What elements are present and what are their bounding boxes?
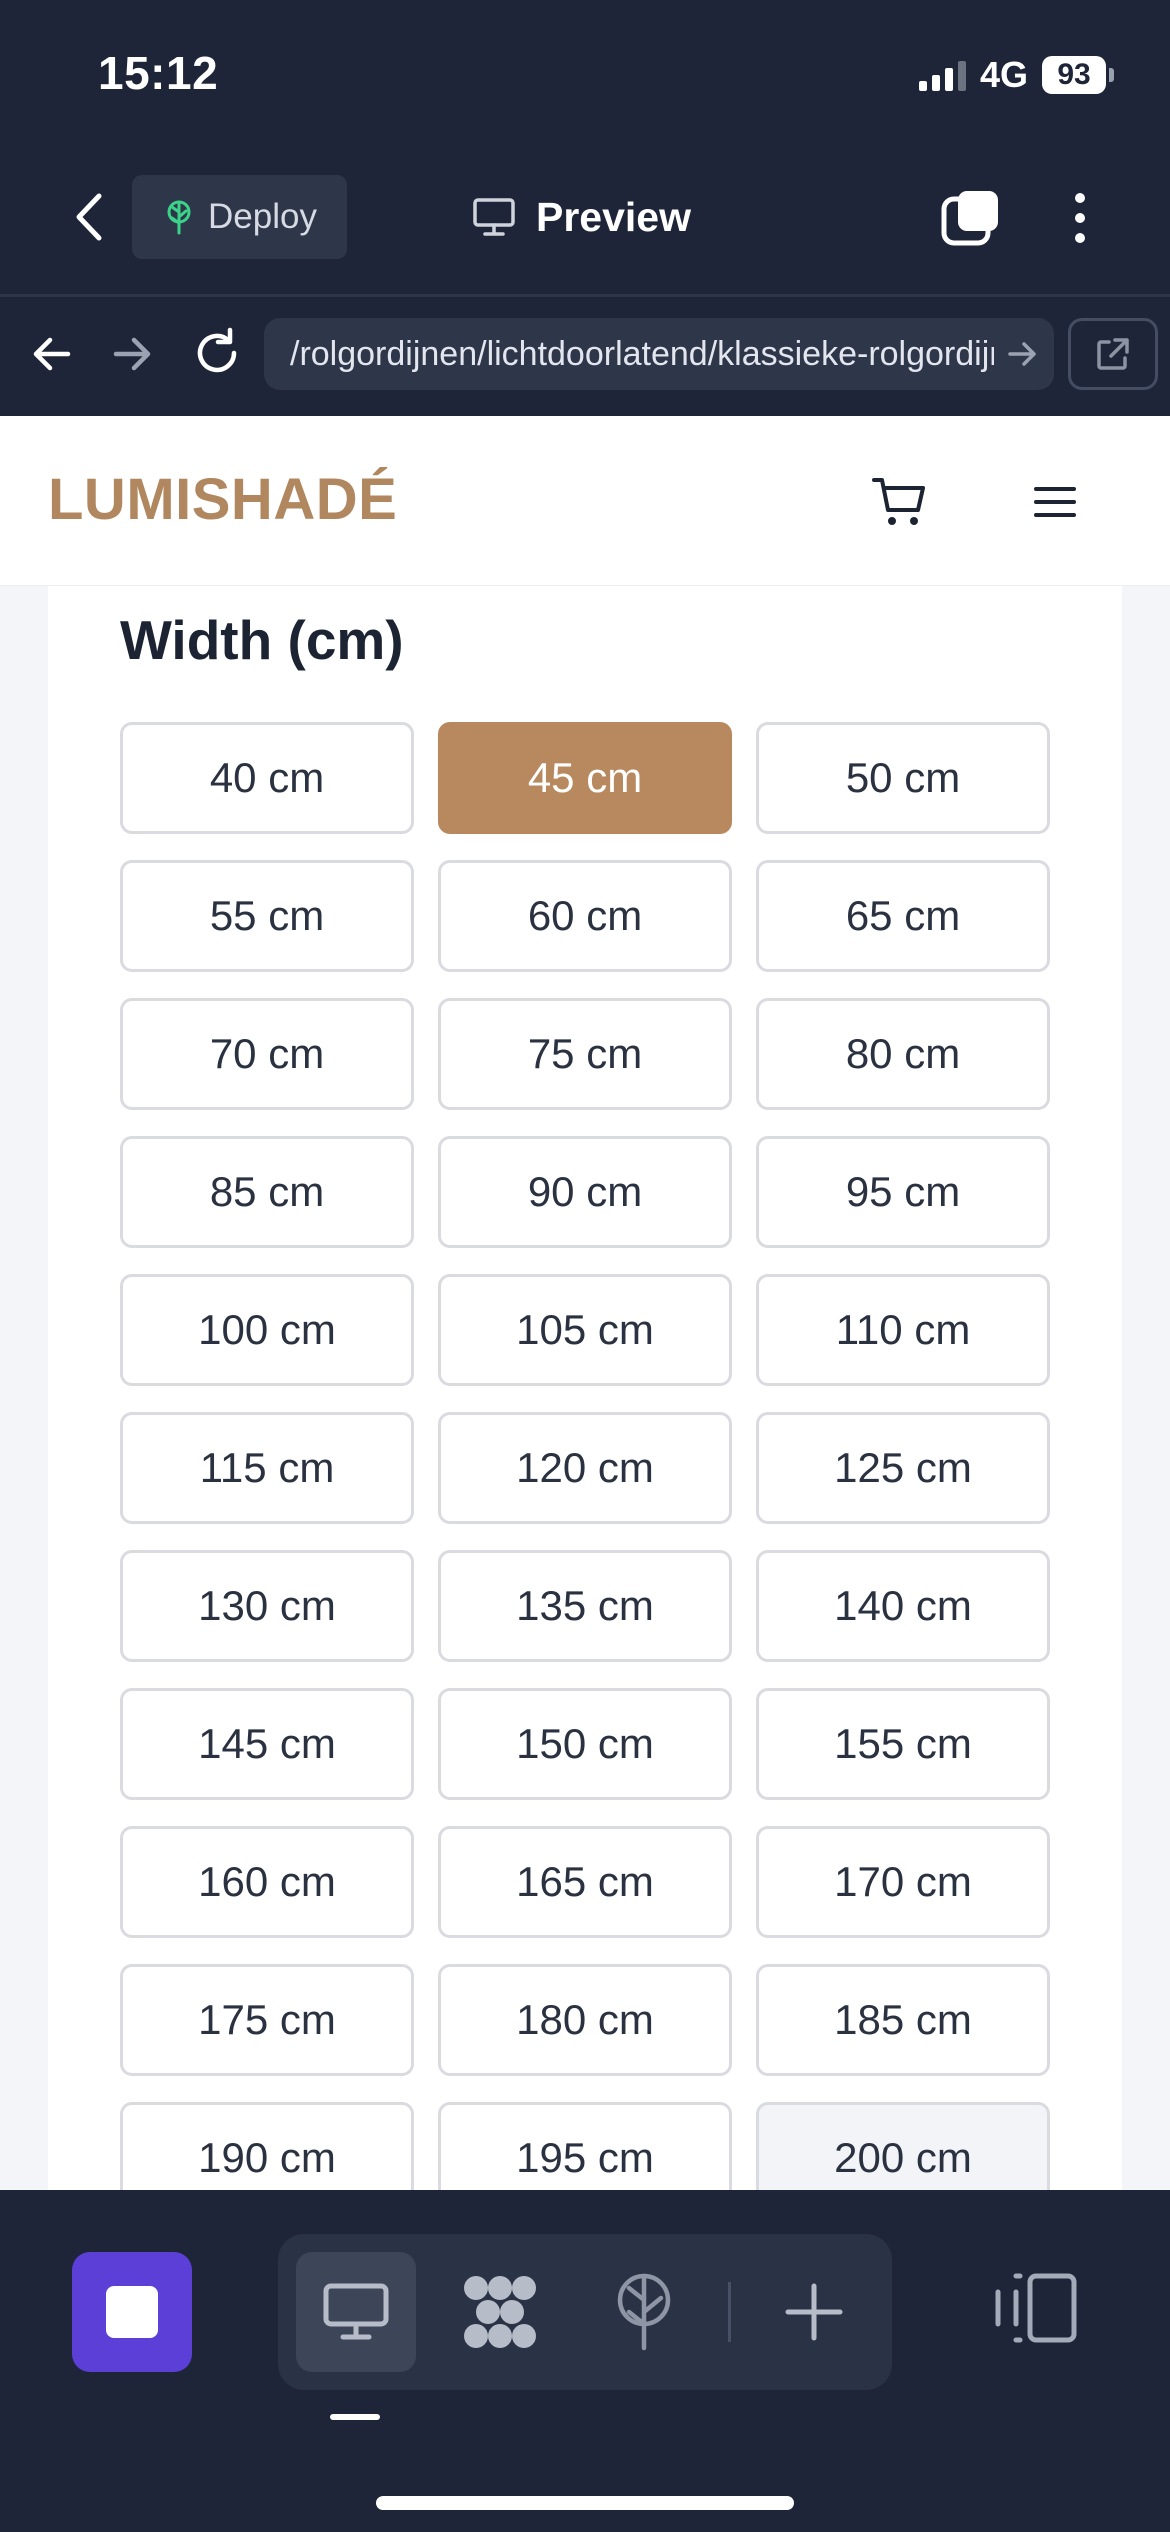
width-option[interactable]: 70 cm — [120, 998, 414, 1110]
width-option[interactable]: 180 cm — [438, 1964, 732, 2076]
deploy-button[interactable]: Deploy — [132, 175, 347, 259]
width-option[interactable]: 60 cm — [438, 860, 732, 972]
width-option[interactable]: 140 cm — [756, 1550, 1050, 1662]
width-section-title: Width (cm) — [120, 609, 404, 671]
monitor-icon — [473, 198, 515, 236]
cart-icon[interactable] — [868, 470, 932, 534]
width-option[interactable]: 150 cm — [438, 1688, 732, 1800]
arrow-left-icon[interactable] — [24, 326, 80, 382]
reload-icon[interactable] — [188, 324, 246, 382]
status-time: 15:12 — [98, 47, 219, 99]
width-option[interactable]: 105 cm — [438, 1274, 732, 1386]
width-option[interactable]: 120 cm — [438, 1412, 732, 1524]
app-chrome: 15:12 4G 93 Deploy Preview /rolgordijnen… — [0, 0, 1170, 416]
tabs-icon[interactable] — [940, 187, 1002, 249]
components-icon[interactable] — [440, 2252, 560, 2372]
width-option[interactable]: 75 cm — [438, 998, 732, 1110]
width-option[interactable]: 200 cm — [756, 2102, 1050, 2190]
chrome-divider — [0, 294, 1170, 297]
battery-level: 93 — [1042, 56, 1106, 94]
width-option[interactable]: 90 cm — [438, 1136, 732, 1248]
desktop-view-icon[interactable] — [296, 2252, 416, 2372]
width-option[interactable]: 100 cm — [120, 1274, 414, 1386]
deploy-label: Deploy — [208, 197, 317, 236]
signal-icon — [918, 59, 966, 91]
width-option[interactable]: 195 cm — [438, 2102, 732, 2190]
switcher-divider — [728, 2282, 731, 2342]
width-option[interactable]: 155 cm — [756, 1688, 1050, 1800]
width-option[interactable]: 175 cm — [120, 1964, 414, 2076]
width-option[interactable]: 165 cm — [438, 1826, 732, 1938]
width-option[interactable]: 50 cm — [756, 722, 1050, 834]
width-option[interactable]: 110 cm — [756, 1274, 1050, 1386]
status-indicators: 4G 93 — [918, 52, 1114, 98]
preview-tab[interactable]: Preview — [472, 175, 691, 259]
url-go-arrow-icon[interactable] — [1004, 336, 1040, 372]
back-chevron-icon[interactable] — [60, 187, 120, 247]
external-link-icon[interactable] — [1068, 318, 1158, 390]
plus-icon[interactable] — [754, 2252, 874, 2372]
hamburger-menu-icon[interactable] — [1022, 470, 1088, 534]
editor-toolbar: Deploy Preview — [0, 175, 1170, 261]
width-option[interactable]: 170 cm — [756, 1826, 1050, 1938]
width-option[interactable]: 160 cm — [120, 1826, 414, 1938]
deploy-tree-icon — [167, 200, 191, 235]
url-bar[interactable]: /rolgordijnen/lichtdoorlatend/klassieke-… — [264, 318, 1054, 390]
panel-toggle-icon[interactable] — [992, 2270, 1078, 2350]
product-options-card: Width (cm) 40 cm 45 cm 50 cm 55 cm 60 cm 65 c… — [48, 586, 1122, 2190]
more-vertical-icon[interactable] — [1056, 187, 1104, 249]
width-options-grid: 40 cm 45 cm 50 cm 55 cm 60 cm 65 cm 70 cm 75 cm… — [120, 722, 1050, 2190]
network-type: 4G — [979, 54, 1028, 95]
width-option[interactable]: 80 cm — [756, 998, 1050, 1110]
bottom-toolbar — [0, 2190, 1170, 2532]
url-text: /rolgordijnen/lichtdoorlatend/klassieke-… — [290, 334, 994, 373]
width-option[interactable]: 45 cm — [438, 722, 732, 834]
width-option[interactable]: 95 cm — [756, 1136, 1050, 1248]
deploy-icon[interactable] — [584, 2252, 704, 2372]
browser-nav: /rolgordijnen/lichtdoorlatend/klassieke-… — [0, 318, 1170, 392]
width-option[interactable]: 65 cm — [756, 860, 1050, 972]
width-option[interactable]: 190 cm — [120, 2102, 414, 2190]
view-switcher — [278, 2234, 892, 2390]
width-option[interactable]: 40 cm — [120, 722, 414, 834]
width-option[interactable]: 115 cm — [120, 1412, 414, 1524]
stop-icon[interactable] — [72, 2252, 192, 2372]
width-option[interactable]: 145 cm — [120, 1688, 414, 1800]
site-logo[interactable]: LUMISHADÉ — [48, 466, 397, 533]
width-option[interactable]: 130 cm — [120, 1550, 414, 1662]
width-option[interactable]: 185 cm — [756, 1964, 1050, 2076]
arrow-right-icon[interactable] — [104, 326, 160, 382]
battery-icon: 93 — [1042, 56, 1114, 94]
width-option[interactable]: 85 cm — [120, 1136, 414, 1248]
home-indicator[interactable] — [376, 2496, 794, 2510]
width-option[interactable]: 55 cm — [120, 860, 414, 972]
site-header: LUMISHADÉ — [0, 416, 1170, 586]
width-option[interactable]: 135 cm — [438, 1550, 732, 1662]
preview-label: Preview — [536, 193, 691, 240]
active-view-indicator — [330, 2414, 380, 2420]
width-option[interactable]: 125 cm — [756, 1412, 1050, 1524]
